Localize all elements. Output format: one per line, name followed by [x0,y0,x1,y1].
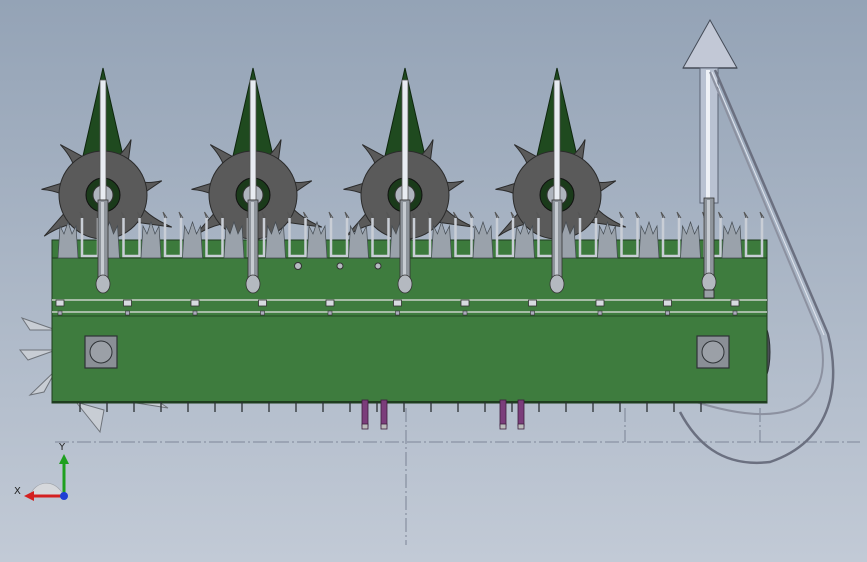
divider-tip-cone [682,18,738,69]
bracket-tips [162,211,184,219]
spindle-bearing [701,272,717,292]
comb-teeth [431,220,452,259]
bracket-tips [743,211,765,219]
left-snout-blade-2 [18,349,57,361]
comb-teeth [265,220,286,259]
rail-bolt [325,299,335,307]
frame-small-hole-2 [336,262,344,270]
rail-bolt [190,299,200,307]
rail-bolt-nut [327,310,333,316]
spindle-bearing [95,274,111,294]
rail-bolt-nut [665,310,670,316]
rail-bolt [55,299,65,307]
comb-teeth [57,220,79,259]
rail-bolt [663,299,672,307]
frame-small-hole-1 [294,262,302,270]
spindle-4 [549,199,565,294]
comb-teeth [348,220,369,259]
comb-teeth [638,220,660,259]
rail-bolt [595,299,605,307]
rail-bolt-nut [192,310,198,316]
rail-bolt-nut [395,310,400,316]
spindle-highlight [555,202,558,278]
actuator-pair-left [361,399,388,430]
triad-y-arrowhead [59,454,69,464]
rail-bolt-nut [125,310,130,316]
spindle-highlight [707,200,710,276]
rotor-pin [553,79,561,201]
bracket-tips [328,211,350,219]
left-mount-block [84,335,118,369]
comb-teeth [680,220,701,259]
divider-mast-highlight [706,70,710,200]
left-snout-blade-1 [20,317,57,331]
comb-teeth [140,220,162,259]
rotor-pin [99,79,107,201]
triad-x-arrowhead [24,491,34,501]
rail-bolt [528,299,537,307]
orientation-triad: Y X [14,442,69,501]
spindle-foot [703,289,715,299]
rail-bolt [393,299,402,307]
cad-viewport[interactable]: Y X [0,0,867,562]
rail-bolt [258,299,267,307]
rail-bolt [730,299,740,307]
bracket-tips [619,211,640,219]
triad-z-axis [60,492,68,500]
rail-bolt-nut [260,310,265,316]
triad-y-label: Y [58,442,66,453]
triad-x-label: X [14,486,21,497]
rail-bolt [460,299,470,307]
spindle-1 [95,199,111,294]
comb-teeth [182,220,203,259]
comb-teeth [597,220,618,259]
spindle-highlight [251,202,254,278]
spindle-5 [701,197,717,299]
assembly-drawing[interactable] [0,0,867,562]
rail-bolt-nut [732,310,738,316]
comb-teeth [721,220,743,259]
spindle-bearing [397,274,413,294]
rail-bolt-nut [57,310,63,316]
comb-teeth [472,220,494,259]
rotor-pin [249,79,257,201]
spindle-bearing [549,274,565,294]
comb-teeth [306,220,328,259]
spindle-highlight [403,202,406,278]
comb-teeth [223,220,245,259]
spindle-highlight [101,202,104,278]
bracket-tips [453,211,474,219]
right-mount-block [696,335,730,369]
bracket-tips [660,211,682,219]
rail-bolt-nut [597,310,603,316]
spindle-3 [397,199,413,294]
spindle-bearing [245,274,261,294]
rotor-pin [401,79,409,201]
rail-bolt-nut [462,310,468,316]
comb-teeth [514,220,535,259]
construction-lines [55,408,860,545]
spindle-2 [245,199,261,294]
rail-bolt-nut [530,310,535,316]
bracket-tips [494,211,516,219]
frame-small-hole-3 [374,262,382,270]
rail-bolt [123,299,132,307]
triad-origin-shadow [29,482,65,497]
